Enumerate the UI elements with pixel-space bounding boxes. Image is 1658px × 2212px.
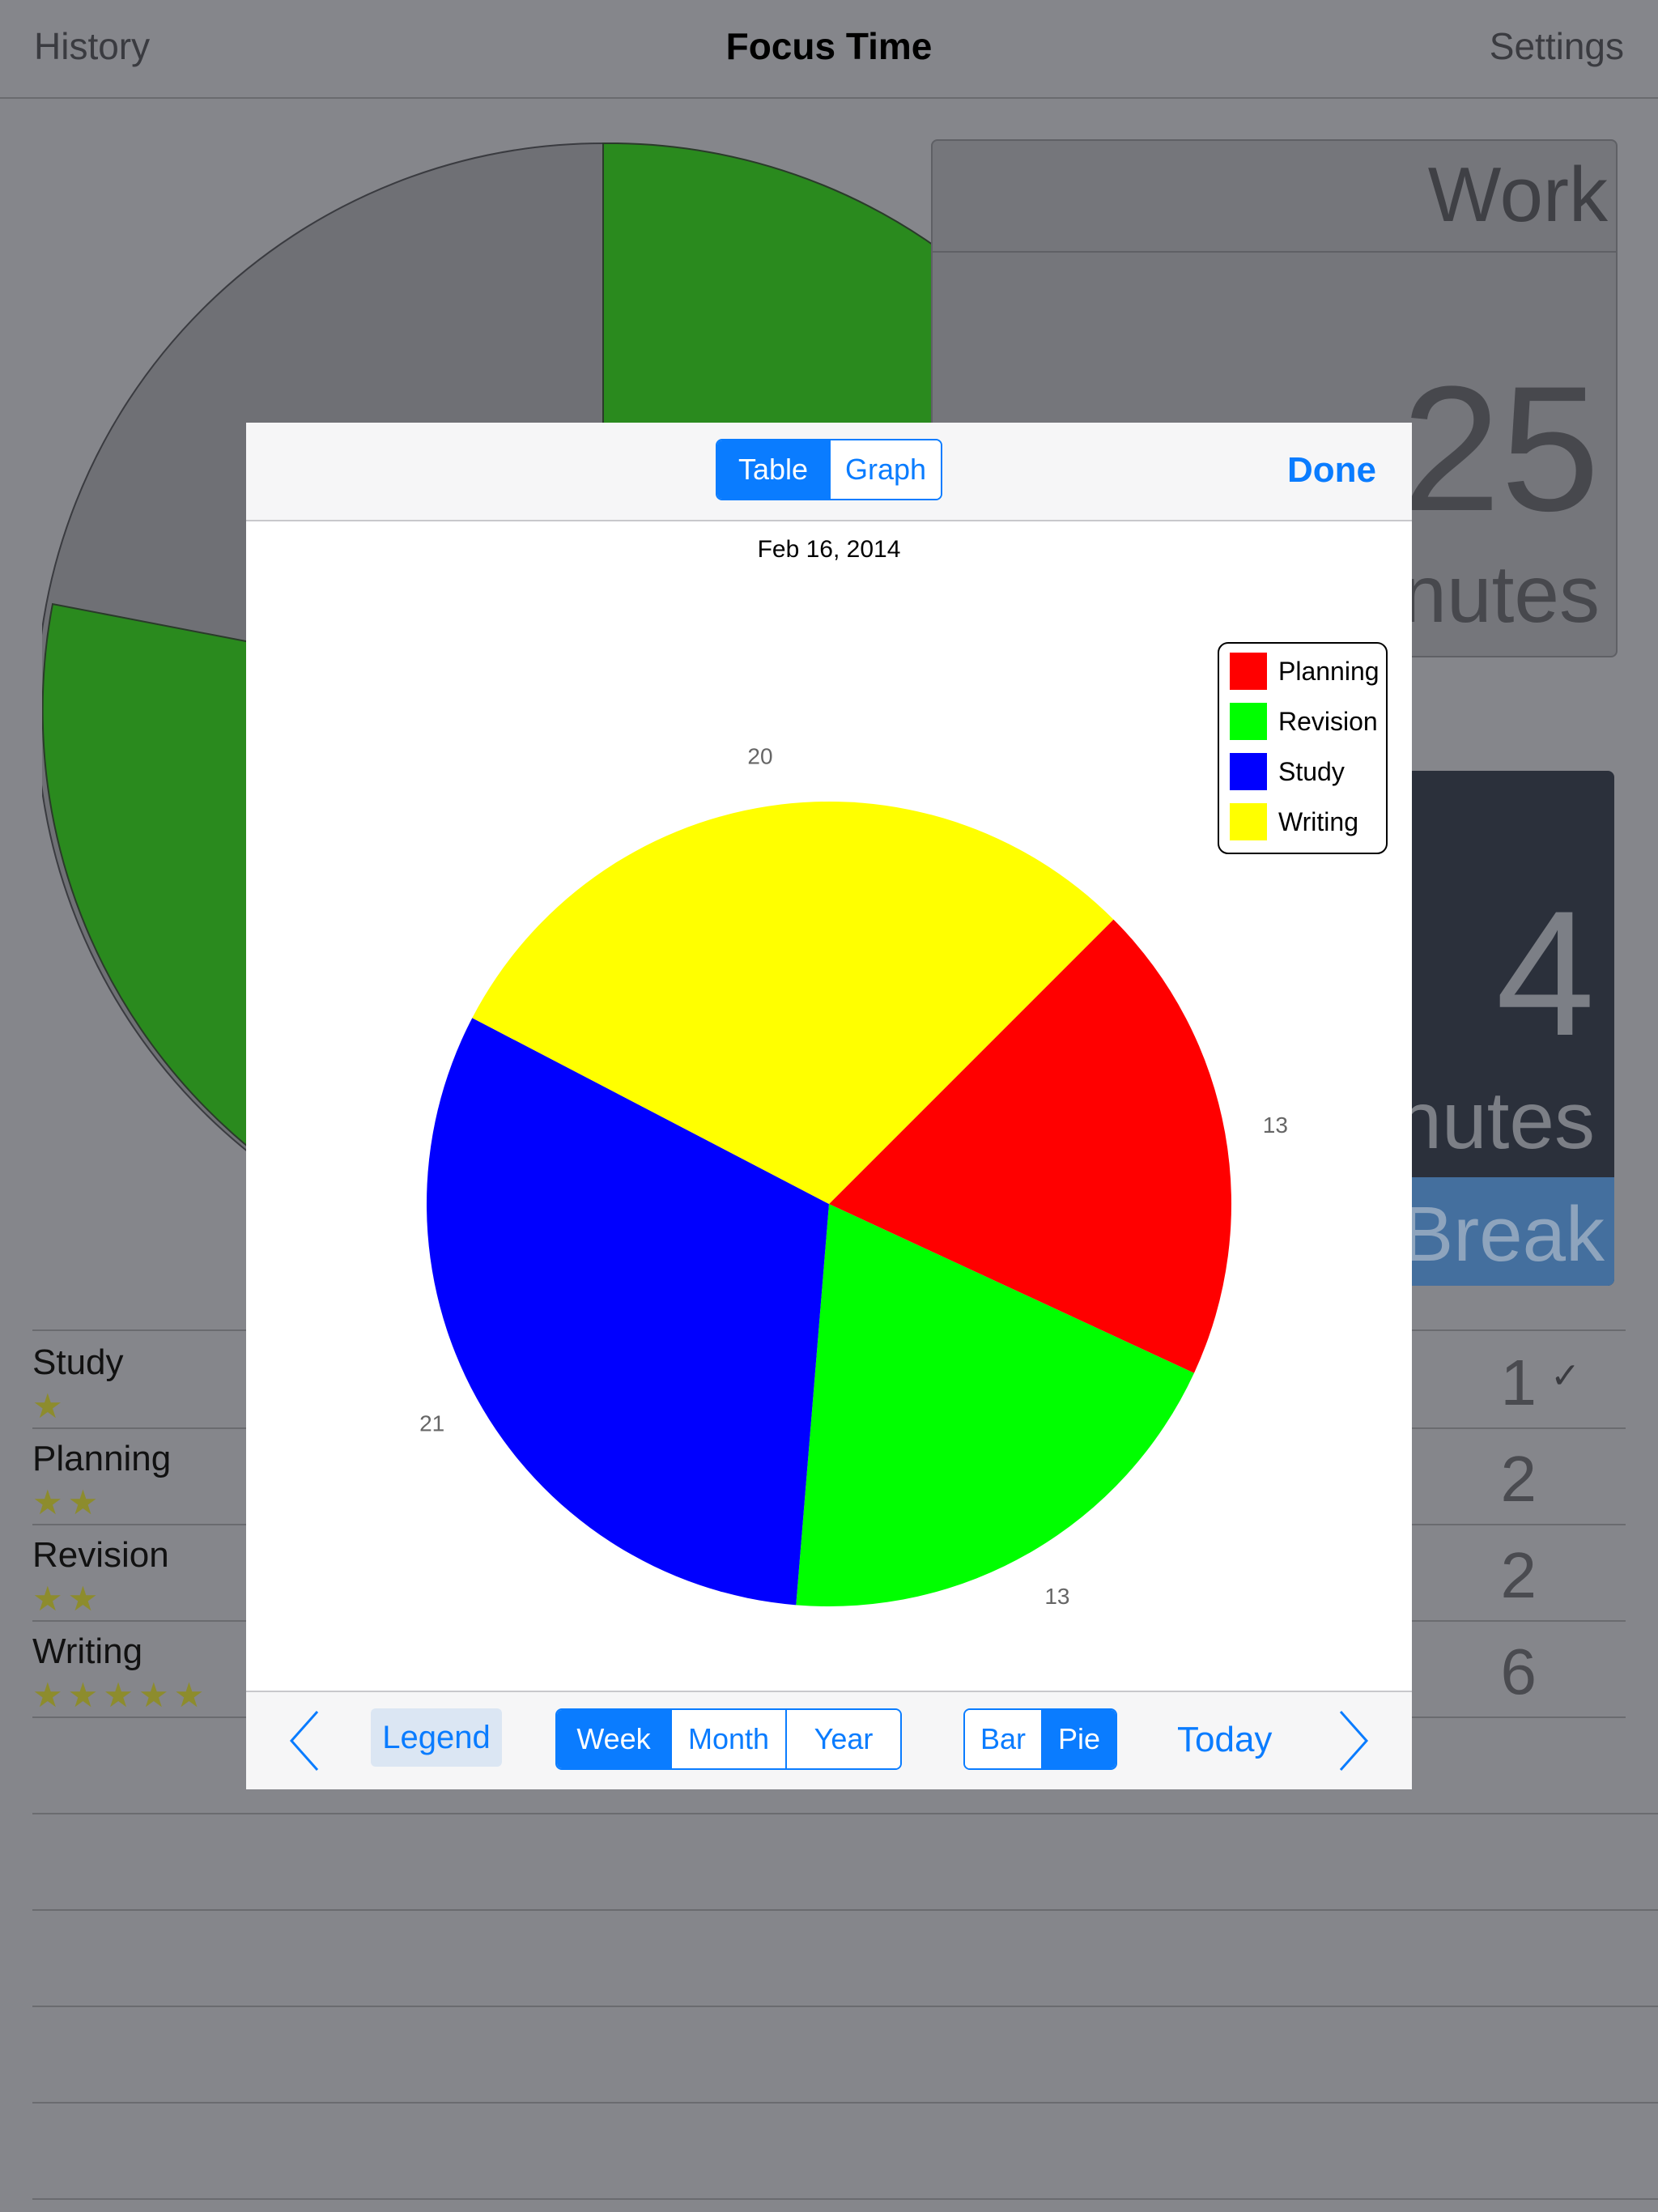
range-toggle: Week Month Year	[555, 1708, 902, 1770]
chevron-right-icon[interactable]	[1336, 1708, 1371, 1773]
task-count: 1	[1500, 1346, 1537, 1419]
tab-pie[interactable]: Pie	[1041, 1710, 1116, 1768]
break-minutes-unit: nutes	[1397, 1075, 1595, 1166]
empty-row	[32, 1909, 1658, 2007]
chart-title: Feb 16, 2014	[758, 536, 901, 563]
legend-swatch-study	[1230, 753, 1267, 790]
page-title: Focus Time	[725, 25, 933, 67]
pie-value-label: 20	[747, 743, 772, 768]
divider	[933, 251, 1616, 253]
pie-value-label: 13	[1263, 1112, 1288, 1138]
legend-swatch-planning	[1230, 653, 1267, 690]
done-button[interactable]: Done	[1287, 450, 1376, 491]
pie-value-label: 13	[1044, 1584, 1069, 1609]
settings-button[interactable]: Settings	[1490, 24, 1624, 68]
task-count: 2	[1500, 1539, 1537, 1611]
empty-row	[32, 1813, 1658, 1911]
chart-legend: Planning Revision Study Writing	[1218, 642, 1388, 854]
task-name: Writing	[32, 1631, 143, 1671]
pie-chart: Feb 16, 2014 13 13 21 20 Planning Revision St…	[419, 536, 1388, 1609]
tab-month[interactable]: Month	[670, 1710, 785, 1768]
task-name: Study	[32, 1342, 124, 1382]
chart-area: Feb 16, 2014 13 13 21 20 Planning Revision St…	[246, 521, 1412, 1707]
legend-label-writing: Writing	[1278, 807, 1358, 836]
tab-year[interactable]: Year	[785, 1710, 900, 1768]
nav-bar: History Focus Time Settings	[0, 0, 1658, 99]
view-toggle: Table Graph	[716, 439, 942, 500]
legend-label-study: Study	[1278, 757, 1345, 786]
break-minutes-value: 4	[1495, 874, 1595, 1073]
legend-swatch-revision	[1230, 703, 1267, 740]
pie-value-label: 21	[419, 1410, 444, 1436]
chart-type-toggle: Bar Pie	[963, 1708, 1117, 1770]
work-label: Work	[1427, 151, 1608, 238]
chevron-left-icon[interactable]	[287, 1708, 322, 1773]
today-button[interactable]: Today	[1177, 1720, 1272, 1760]
work-minutes-unit: nutes	[1401, 549, 1600, 640]
legend-label-planning: Planning	[1278, 657, 1380, 686]
task-name: Planning	[32, 1439, 172, 1478]
empty-row	[32, 2102, 1658, 2200]
work-minutes-value: 25	[1401, 349, 1600, 548]
break-button-label: Break	[1401, 1191, 1605, 1278]
modal-bottom-toolbar: Legend Week Month Year Bar Pie Today	[246, 1691, 1412, 1789]
modal-toolbar: Table Graph Done	[246, 423, 1412, 521]
tab-table[interactable]: Table	[717, 440, 829, 499]
task-name: Revision	[32, 1535, 169, 1575]
history-modal: Table Graph Done Feb 16, 2014 13 13 21 20 P…	[246, 423, 1412, 1789]
task-count: 2	[1500, 1443, 1537, 1515]
star-icon: ★★	[32, 1580, 104, 1618]
tab-bar[interactable]: Bar	[965, 1710, 1041, 1768]
legend-swatch-writing	[1230, 803, 1267, 840]
tab-graph[interactable]: Graph	[829, 440, 941, 499]
legend-label-revision: Revision	[1278, 707, 1378, 736]
task-count: 6	[1500, 1636, 1537, 1708]
empty-row	[32, 2006, 1658, 2104]
tab-week[interactable]: Week	[557, 1710, 670, 1768]
star-icon: ★★	[32, 1483, 104, 1521]
star-icon: ★	[32, 1387, 68, 1425]
star-icon: ★★★★★	[32, 1676, 210, 1714]
legend-button[interactable]: Legend	[371, 1708, 502, 1767]
checkmark-icon: ✓	[1550, 1356, 1580, 1396]
